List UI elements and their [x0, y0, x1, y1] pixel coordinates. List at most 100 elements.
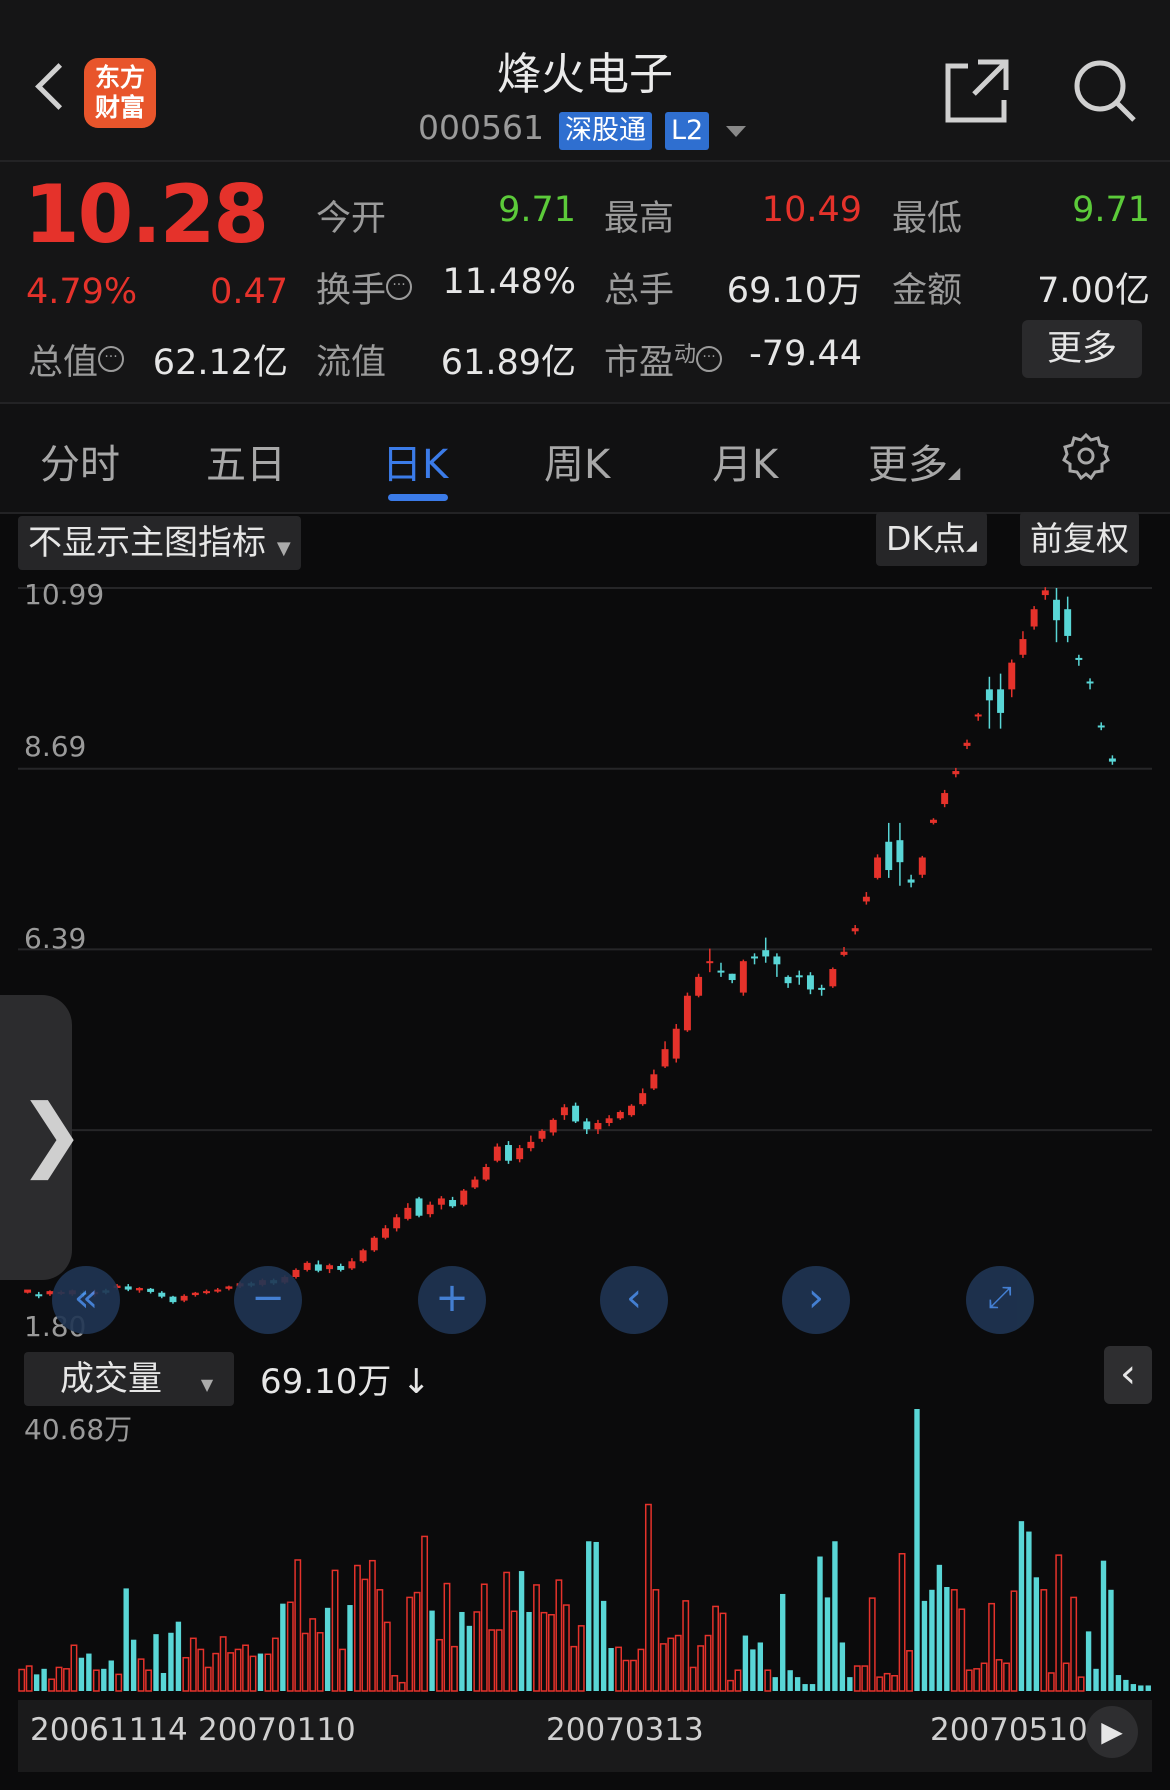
volume-bar: [742, 1635, 749, 1691]
turnover-value: 11.48%: [442, 262, 576, 302]
candle-body: [728, 973, 736, 981]
volume-bar: [421, 1535, 429, 1692]
volume-bar: [883, 1672, 891, 1692]
tab-weekly-k[interactable]: 周K: [544, 432, 610, 490]
volume-bar: [280, 1603, 286, 1691]
x-tick-label: 20070510: [930, 1712, 1088, 1748]
indicator-selector[interactable]: 不显示主图指标 ▼: [18, 516, 301, 570]
x-tick-label: 20070313: [546, 1712, 704, 1748]
candle-body: [471, 1179, 479, 1188]
volume-bar: [630, 1659, 637, 1692]
mktcap-label-text: 总值: [28, 343, 99, 383]
candle-body: [751, 956, 758, 959]
volume-bar: [712, 1605, 719, 1692]
side-drawer-handle[interactable]: ❯: [0, 995, 85, 1280]
pe-value: -79.44: [749, 334, 862, 374]
zoom-in-icon[interactable]: +: [418, 1266, 486, 1334]
volume-bar: [361, 1578, 369, 1692]
volume-indicator-selector[interactable]: 成交量 ▼: [24, 1352, 234, 1406]
dk-point-button[interactable]: DK点◢: [876, 512, 987, 566]
candle-body: [762, 950, 770, 957]
info-dots-icon[interactable]: ···: [98, 346, 125, 373]
volume-bar: [63, 1668, 70, 1692]
candle-body: [997, 689, 1005, 713]
info-dots-icon[interactable]: ···: [696, 346, 723, 373]
volume-bar: [832, 1541, 838, 1691]
step-right-icon[interactable]: ›: [782, 1266, 850, 1334]
info-dots-icon[interactable]: ···: [386, 274, 413, 301]
step-left-icon[interactable]: ‹: [600, 1266, 668, 1334]
volume-bar: [853, 1665, 861, 1692]
candle-body: [639, 1093, 647, 1105]
dropdown-caret-icon[interactable]: [726, 126, 746, 137]
zoom-out-icon[interactable]: −: [234, 1266, 302, 1334]
change-amount: 0.47: [210, 272, 288, 312]
volume-bar: [644, 1503, 652, 1692]
volume-bar: [577, 1625, 585, 1692]
search-icon[interactable]: [1072, 58, 1138, 124]
candle-body: [650, 1074, 658, 1089]
volume-bar: [480, 1583, 488, 1692]
candle-body: [896, 840, 904, 863]
candle-body: [952, 771, 960, 775]
candle-body: [572, 1105, 580, 1122]
volume-bar: [600, 1600, 607, 1691]
current-volume: 69.10万 ↓: [260, 1362, 431, 1402]
volume-bar: [929, 1589, 935, 1691]
candlestick-chart[interactable]: [18, 570, 1152, 1345]
volume-bar: [436, 1638, 443, 1692]
candle-body: [1097, 725, 1105, 728]
gear-icon[interactable]: [1062, 432, 1110, 480]
volume-bar: [727, 1679, 734, 1692]
volume-bar: [824, 1597, 831, 1691]
fullscreen-icon[interactable]: ⤢: [966, 1266, 1034, 1334]
change-percent: 4.79%: [26, 272, 138, 312]
volume-bar: [794, 1677, 801, 1691]
volume-bar: [682, 1600, 690, 1692]
candle-body: [1075, 657, 1083, 660]
tab-more[interactable]: 更多◢: [868, 432, 960, 490]
volume-bar: [697, 1645, 705, 1692]
scroll-right-icon[interactable]: ▶: [1086, 1706, 1138, 1758]
volume-bar: [115, 1673, 123, 1692]
tab-monthly-k[interactable]: 月K: [712, 432, 778, 490]
tab-intraday[interactable]: 分时: [40, 432, 120, 490]
candle-body: [493, 1146, 501, 1161]
float-value: 61.89亿: [440, 343, 576, 383]
more-quote-button[interactable]: 更多: [1022, 320, 1142, 378]
share-icon[interactable]: [944, 58, 1010, 124]
volume-bar: [473, 1611, 481, 1692]
candle-body: [616, 1112, 624, 1119]
volume-bar: [503, 1571, 511, 1692]
volume-bar: [227, 1652, 235, 1692]
volume-bar: [451, 1645, 458, 1692]
candle-body: [35, 1294, 43, 1297]
tab-daily-k[interactable]: 日K: [382, 432, 448, 490]
volume-bar: [555, 1579, 563, 1692]
tab-five-day[interactable]: 五日: [206, 432, 286, 490]
candle-body: [862, 896, 870, 902]
volume-bar: [153, 1634, 159, 1691]
volume-bar: [48, 1678, 56, 1692]
fast-backward-icon[interactable]: «: [52, 1266, 120, 1334]
candle-body: [784, 976, 792, 984]
volume-bar: [406, 1596, 414, 1692]
volume-bar: [257, 1653, 264, 1691]
volume-bar: [704, 1634, 712, 1692]
dk-point-label: DK点: [886, 519, 967, 558]
candle-body: [292, 1269, 300, 1278]
volume-bar: [1123, 1679, 1129, 1691]
adjust-button[interactable]: 前复权: [1020, 512, 1139, 566]
collapse-chevron-icon[interactable]: ‹: [1104, 1346, 1152, 1404]
candle-body: [460, 1190, 468, 1205]
volume-bar: [1115, 1675, 1122, 1691]
candle-body: [404, 1207, 412, 1219]
triangle-icon: ◢: [966, 538, 977, 554]
open-label: 今开: [316, 199, 387, 239]
y-tick-label: 10.99: [24, 578, 105, 611]
volume-bar: [906, 1650, 913, 1692]
candle-body: [169, 1296, 177, 1303]
volume-bar: [562, 1604, 570, 1692]
volume-bar: [1040, 1589, 1048, 1692]
candle-body: [482, 1167, 490, 1180]
